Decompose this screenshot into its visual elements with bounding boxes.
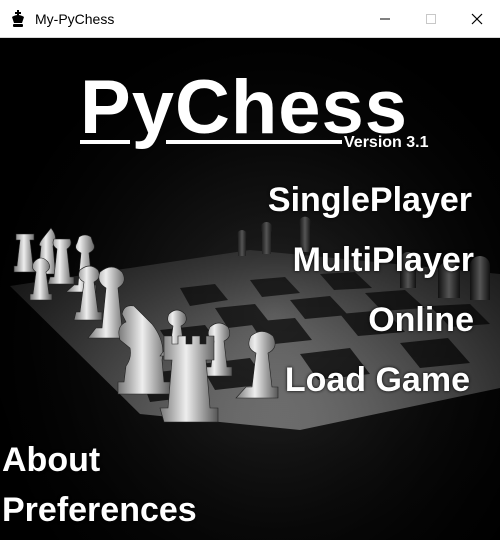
about-button[interactable]: About bbox=[2, 440, 100, 480]
minimize-button[interactable] bbox=[362, 0, 408, 38]
main-menu-canvas: PyChess Version 3.1 SinglePlayer MultiPl… bbox=[0, 38, 500, 540]
load-game-button[interactable]: Load Game bbox=[285, 360, 470, 400]
window-controls bbox=[362, 0, 500, 38]
title-bar[interactable]: My-PyChess bbox=[0, 0, 500, 38]
multiplayer-button[interactable]: MultiPlayer bbox=[293, 240, 474, 280]
logo-underline bbox=[80, 140, 130, 144]
king-chess-icon bbox=[9, 9, 27, 28]
window-title: My-PyChess bbox=[35, 10, 115, 27]
online-button[interactable]: Online bbox=[368, 300, 474, 340]
close-button[interactable] bbox=[454, 0, 500, 38]
preferences-button[interactable]: Preferences bbox=[2, 490, 197, 530]
singleplayer-button[interactable]: SinglePlayer bbox=[268, 180, 472, 220]
close-icon bbox=[471, 13, 483, 25]
logo-underline bbox=[166, 140, 342, 144]
minimize-icon bbox=[380, 18, 390, 20]
maximize-icon bbox=[426, 14, 436, 24]
app-window: My-PyChess PyChess Version 3.1 SinglePla… bbox=[0, 0, 500, 540]
maximize-button[interactable] bbox=[408, 0, 454, 38]
version-label: Version 3.1 bbox=[344, 134, 429, 151]
